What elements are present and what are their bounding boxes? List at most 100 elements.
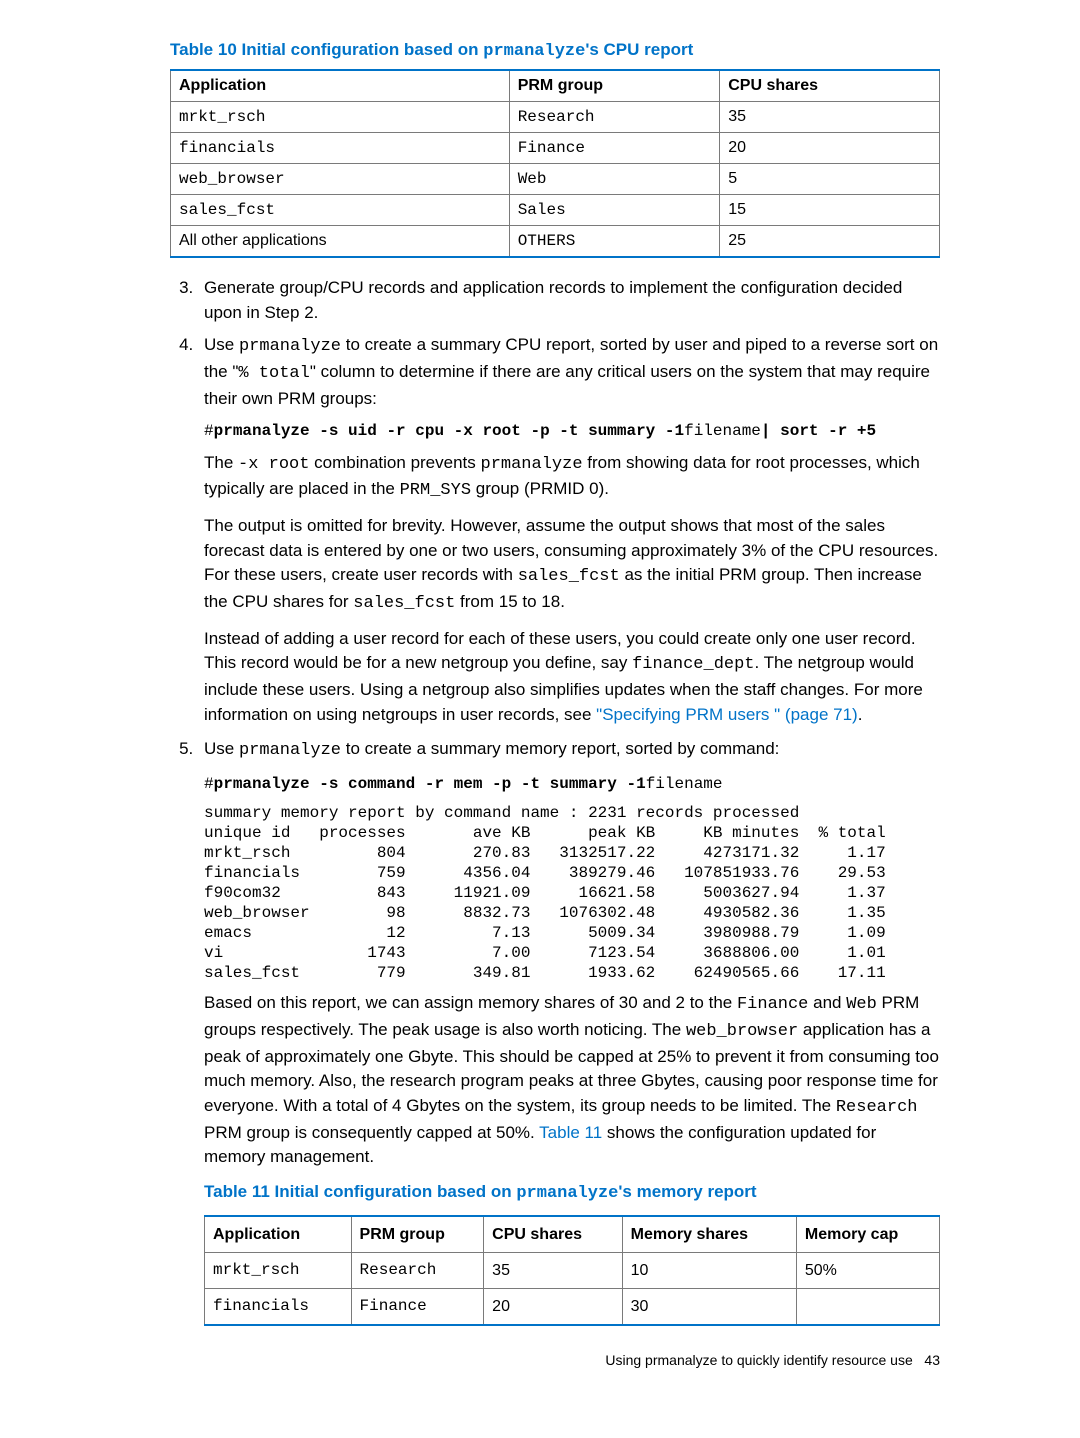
t10-r1-shares: 20 xyxy=(720,133,940,164)
s4p2-m2: prmanalyze xyxy=(481,455,583,474)
t10-r1-app: financials xyxy=(171,133,510,164)
table11-title-mono: prmanalyze xyxy=(516,1184,618,1203)
footer-text: Using prmanalyze to quickly identify res… xyxy=(605,1352,912,1368)
step-3: Generate group/CPU records and applicati… xyxy=(198,276,940,325)
t11-r1-app: financials xyxy=(205,1288,352,1325)
s4p2-d: group (PRMID 0). xyxy=(471,479,609,498)
s4cmd-sort: | sort -r +5 xyxy=(761,422,876,440)
step-5: Use prmanalyze to create a summary memor… xyxy=(198,737,940,1326)
s5p-e: PRM group is consequently capped at 50%. xyxy=(204,1123,539,1142)
s4p2-b: combination prevents xyxy=(309,453,480,472)
s4cmd-fn: filename xyxy=(684,422,761,440)
page-footer: Using prmanalyze to quickly identify res… xyxy=(170,1352,940,1368)
s4p4-link[interactable]: "Specifying PRM users " (page 71) xyxy=(596,705,858,724)
table11-title-suffix: 's memory report xyxy=(618,1182,756,1201)
table10-title: Table 10 Initial configuration based on … xyxy=(170,40,940,61)
table10-h1: PRM group xyxy=(509,70,720,102)
s4cmd-main: prmanalyze -s uid -r cpu -x root -p -t s… xyxy=(214,422,684,440)
table-row: financials Finance 20 xyxy=(171,133,940,164)
t11-r1-mem: 30 xyxy=(622,1288,796,1325)
t10-r2-app: web_browser xyxy=(171,164,510,195)
s5-a: Use xyxy=(204,739,239,758)
steps-list: Generate group/CPU records and applicati… xyxy=(170,276,940,1326)
t11-h0: Application xyxy=(205,1216,352,1253)
table-row: sales_fcst Sales 15 xyxy=(171,195,940,226)
t11-r0-cpu: 35 xyxy=(484,1252,622,1288)
s4p2-a: The xyxy=(204,453,238,472)
s5p-m1: Finance xyxy=(737,995,808,1014)
s5cmd-hash: # xyxy=(204,775,214,793)
t10-r0-shares: 35 xyxy=(720,102,940,133)
t10-r0-app: mrkt_rsch xyxy=(171,102,510,133)
table10-title-mono: prmanalyze xyxy=(483,42,585,61)
step4-para2: The -x root combination prevents prmanal… xyxy=(204,451,940,504)
t11-h2: CPU shares xyxy=(484,1216,622,1253)
s4p3-m2: sales_fcst xyxy=(353,594,455,613)
step-4: Use prmanalyze to create a summary CPU r… xyxy=(198,333,940,727)
footer-page: 43 xyxy=(924,1352,940,1368)
t11-r0-cap: 50% xyxy=(796,1252,939,1288)
t11-r0-group: Research xyxy=(351,1252,484,1288)
step4-para3: The output is omitted for brevity. Howev… xyxy=(204,514,940,617)
t10-r3-group: Sales xyxy=(509,195,720,226)
s4-c: " column to determine if there are any c… xyxy=(204,362,930,408)
t11-r1-group: Finance xyxy=(351,1288,484,1325)
table-row: web_browser Web 5 xyxy=(171,164,940,195)
s4p4-c: . xyxy=(858,705,863,724)
table11-title-prefix: Table 11 Initial configuration based on xyxy=(204,1182,516,1201)
s5p-link[interactable]: Table 11 xyxy=(539,1123,602,1142)
s5p-m2: Web xyxy=(846,995,877,1014)
s4p2-m3: PRM_SYS xyxy=(400,481,471,500)
memory-report: summary memory report by command name : … xyxy=(204,803,940,983)
t10-r2-shares: 5 xyxy=(720,164,940,195)
table10-h2: CPU shares xyxy=(720,70,940,102)
t10-r3-app: sales_fcst xyxy=(171,195,510,226)
page: Table 10 Initial configuration based on … xyxy=(0,0,1080,1408)
s4p2-m1: -x root xyxy=(238,455,309,474)
t11-r1-cap xyxy=(796,1288,939,1325)
s5p-m4: Research xyxy=(836,1098,918,1117)
s5cmd-main: prmanalyze -s command -r mem -p -t summa… xyxy=(214,775,646,793)
s4p3-c: from 15 to 18. xyxy=(455,592,565,611)
table11-title: Table 11 Initial configuration based on … xyxy=(204,1180,940,1207)
table10-title-suffix: 's CPU report xyxy=(585,40,693,59)
table-row: financials Finance 20 30 xyxy=(205,1288,940,1325)
step5-intro: Use prmanalyze to create a summary memor… xyxy=(204,737,940,764)
table-row: All other applications OTHERS 25 xyxy=(171,226,940,258)
t11-h3: Memory shares xyxy=(622,1216,796,1253)
step4-para4: Instead of adding a user record for each… xyxy=(204,627,940,728)
t10-r4-app: All other applications xyxy=(171,226,510,258)
table-row: mrkt_rsch Research 35 10 50% xyxy=(205,1252,940,1288)
s5p-b: and xyxy=(808,993,846,1012)
table-row: mrkt_rsch Research 35 xyxy=(171,102,940,133)
table11-header-row: Application PRM group CPU shares Memory … xyxy=(205,1216,940,1253)
s5p-m3: web_browser xyxy=(686,1022,798,1041)
s4cmd-hash: # xyxy=(204,422,214,440)
s4-m2: % total xyxy=(238,364,309,383)
step5-command: #prmanalyze -s command -r mem -p -t summ… xyxy=(204,774,940,796)
step3-text: Generate group/CPU records and applicati… xyxy=(204,278,902,322)
step4-command: #prmanalyze -s uid -r cpu -x root -p -t … xyxy=(204,421,940,443)
table10-h0: Application xyxy=(171,70,510,102)
t11-r0-mem: 10 xyxy=(622,1252,796,1288)
t10-r4-group: OTHERS xyxy=(509,226,720,258)
t10-r4-shares: 25 xyxy=(720,226,940,258)
s4-m1: prmanalyze xyxy=(239,337,341,356)
table10-header-row: Application PRM group CPU shares xyxy=(171,70,940,102)
t11-h4: Memory cap xyxy=(796,1216,939,1253)
t11-r1-cpu: 20 xyxy=(484,1288,622,1325)
t11-h1: PRM group xyxy=(351,1216,484,1253)
s5p-a: Based on this report, we can assign memo… xyxy=(204,993,737,1012)
table11: Application PRM group CPU shares Memory … xyxy=(204,1215,940,1327)
t10-r0-group: Research xyxy=(509,102,720,133)
s4-a: Use xyxy=(204,335,239,354)
t10-r2-group: Web xyxy=(509,164,720,195)
s5-b: to create a summary memory report, sorte… xyxy=(341,739,779,758)
s4p4-m1: finance_dept xyxy=(632,655,754,674)
step5-para: Based on this report, we can assign memo… xyxy=(204,991,940,1169)
s4p3-m1: sales_fcst xyxy=(518,567,620,586)
t10-r1-group: Finance xyxy=(509,133,720,164)
s5cmd-fn: filename xyxy=(646,775,723,793)
step4-intro: Use prmanalyze to create a summary CPU r… xyxy=(204,333,940,411)
t10-r3-shares: 15 xyxy=(720,195,940,226)
